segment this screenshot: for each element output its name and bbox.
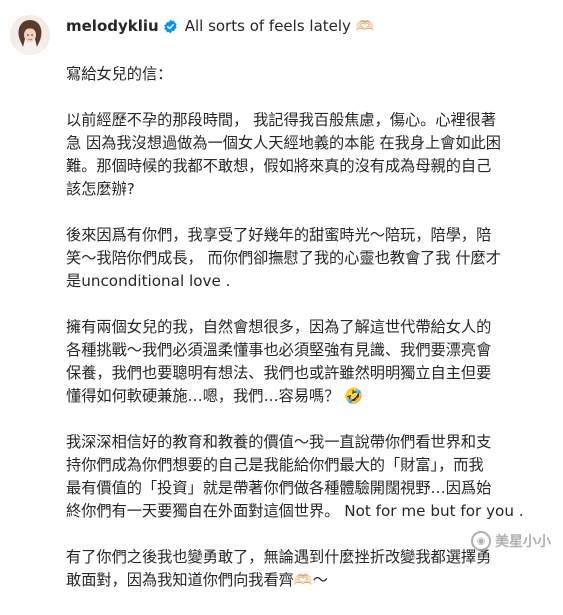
caption-line: 懂得如何軟硬兼施…嗯，我們…容易嗎？ 🤣 bbox=[66, 387, 364, 405]
profile-avatar[interactable] bbox=[10, 15, 50, 55]
caption-line: 各種挑戰～我們必須溫柔懂事也必須堅強有見識、我們要漂亮會 bbox=[66, 341, 492, 359]
caption-line: 難。那個時候的我都不敢想，假如將來真的沒有成為母親的自己 bbox=[66, 157, 492, 175]
caption-paragraph: 後來因爲有你們，我享受了好幾年的甜蜜時光～陪玩，陪學，陪 笑～我陪你們成長， 而… bbox=[66, 224, 550, 293]
caption-paragraph: 有了你們之後我也變勇敢了，無論遇到什麼挫折改變我都選擇勇 敢面對，因為我知道你們… bbox=[66, 546, 550, 592]
caption-line: 後來因爲有你們，我享受了好幾年的甜蜜時光～陪玩，陪學，陪 bbox=[66, 226, 492, 244]
caption-line: 我深深相信好的教育和教養的價值～我一直說帶你們看世界和支 bbox=[66, 433, 492, 451]
caption-line: 保養，我們也要聰明有想法、我們也或許雖然明明獨立自主但要 bbox=[66, 364, 492, 382]
caption-line: 擁有兩個女兒的我，自然會想很多，因為了解這世代帶給女人的 bbox=[66, 318, 492, 336]
instagram-post: melodykliu All sorts of feels lately 🫶🏻 … bbox=[0, 0, 563, 589]
caption-line: 敢面對，因為我知道你們向我看齊🫶🏻～ bbox=[66, 571, 328, 589]
caption-paragraph: 寫給女兒的信： bbox=[66, 63, 550, 86]
caption-line: 最有價值的「投資」就是帶著你們做各種體驗開闊視野…因爲始 bbox=[66, 479, 492, 497]
caption-line: 急 因為我沒想過做為一個女人天經地義的本能 在我身上會如此困 bbox=[66, 134, 501, 152]
caption-first-line: All sorts of feels lately 🫶🏻 bbox=[184, 17, 375, 35]
caption-line: 笑～我陪你們成長， 而你們卻撫慰了我的心靈也教會了我 什麼才 bbox=[66, 249, 501, 267]
username-link[interactable]: melodykliu bbox=[66, 17, 159, 35]
caption-body: 寫給女兒的信： 以前經歷不孕的那段時間， 我記得我百般焦慮，傷心。心裡很著 急 … bbox=[66, 63, 550, 615]
caption-line: 寫給女兒的信： bbox=[66, 65, 173, 83]
caption-paragraph: 以前經歷不孕的那段時間， 我記得我百般焦慮，傷心。心裡很著 急 因為我沒想過做為… bbox=[66, 109, 550, 201]
caption-line: 持你們成為你們想要的自己是我能給你們最大的「財富」，而我 bbox=[66, 456, 484, 474]
caption-line: 是unconditional love . bbox=[66, 272, 231, 290]
caption-line: 終你們有一天要獨自在外面對這個世界。 Not for me but for yo… bbox=[66, 502, 524, 520]
post-header: melodykliu All sorts of feels lately 🫶🏻 bbox=[66, 17, 374, 35]
verified-badge-icon bbox=[163, 19, 178, 34]
caption-line: 該怎麼辦? bbox=[66, 180, 135, 198]
caption-line: 以前經歷不孕的那段時間， 我記得我百般焦慮，傷心。心裡很著 bbox=[66, 111, 497, 129]
avatar-image bbox=[10, 15, 50, 55]
caption-line: 有了你們之後我也變勇敢了，無論遇到什麼挫折改變我都選擇勇 bbox=[66, 548, 492, 566]
caption-paragraph: 擁有兩個女兒的我，自然會想很多，因為了解這世代帶給女人的 各種挑戰～我們必須溫柔… bbox=[66, 316, 550, 408]
caption-paragraph: 我深深相信好的教育和教養的價值～我一直說帶你們看世界和支 持你們成為你們想要的自… bbox=[66, 431, 550, 523]
